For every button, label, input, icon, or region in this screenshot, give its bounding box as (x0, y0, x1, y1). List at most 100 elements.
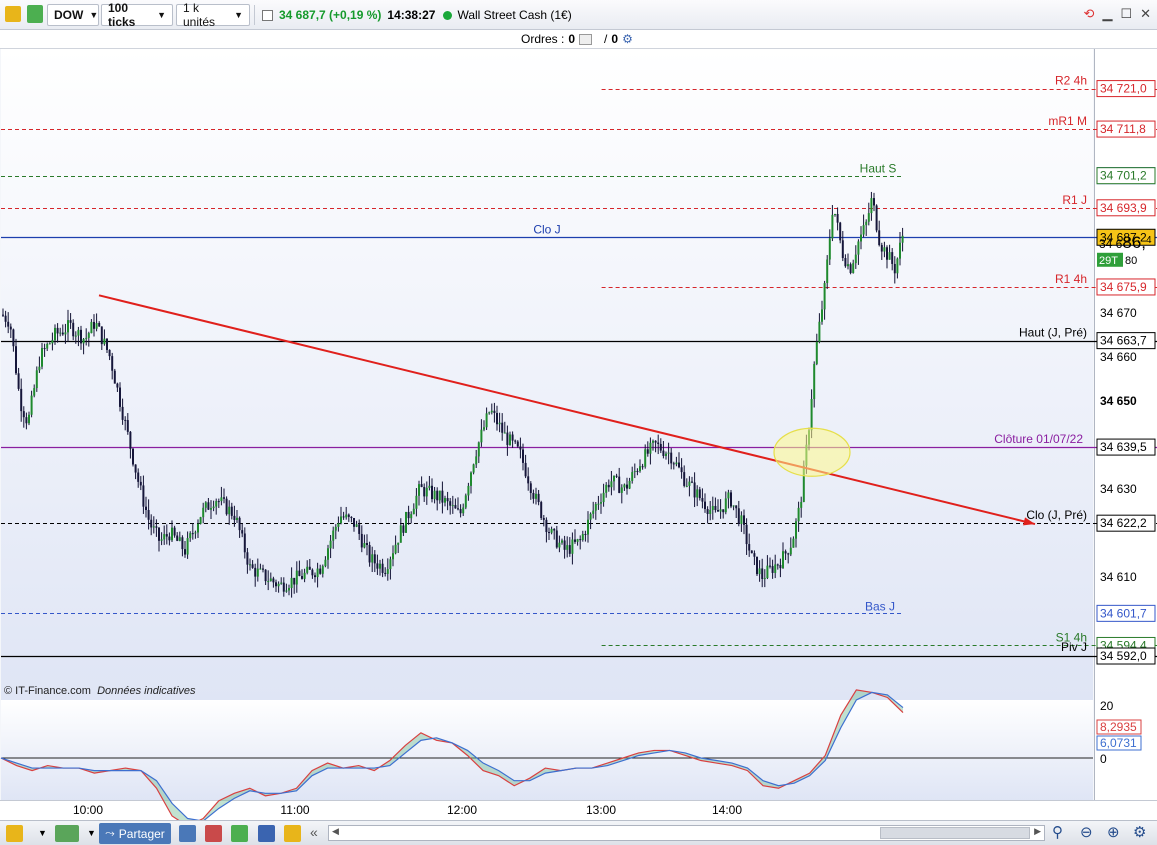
zoom-in-icon[interactable]: ⊕ (1107, 823, 1120, 841)
settings-icon[interactable]: ⚙ (1133, 823, 1146, 841)
instrument-select[interactable]: DOW ▼ (47, 4, 99, 26)
gear-icon[interactable]: ⚙ (622, 32, 633, 46)
price-chart[interactable]: R2 4h mR1 M Haut S R1 J Clo J R1 4h Haut (J, P… (0, 49, 1157, 820)
highlight-ellipse[interactable] (773, 427, 851, 477)
candle (72, 322, 75, 337)
chevron-down-icon: ▼ (89, 10, 99, 20)
scroll-right-icon[interactable]: ▶ (1034, 826, 1041, 837)
oscillator-line (0, 689, 904, 820)
indicator-icon[interactable] (55, 825, 79, 842)
chevron-down-icon[interactable]: ▼ (87, 828, 96, 838)
toolbar-divider (254, 5, 255, 25)
window-controls: ⟲ ▁ ☐ ✕ (1084, 6, 1151, 22)
candle (275, 582, 277, 587)
candle (431, 485, 433, 500)
close-icon[interactable]: ✕ (1140, 6, 1151, 22)
candle (823, 283, 826, 310)
orders-list-icon[interactable] (579, 33, 593, 45)
chart-menu-icon[interactable] (5, 6, 21, 22)
candle (379, 563, 381, 569)
list-icon[interactable] (205, 825, 222, 842)
candle (64, 332, 67, 335)
scroll-left-icon[interactable]: ◀ (332, 826, 339, 837)
alert-icon[interactable] (231, 825, 248, 842)
candle (769, 565, 771, 567)
candle (779, 565, 782, 569)
candle (295, 570, 298, 585)
top-toolbar: DOW ▼ 100 ticks ▼ 1 k unités ▼ 34 687,7 (+0… (0, 0, 1157, 30)
candle (727, 492, 730, 499)
candle (358, 524, 361, 534)
checkbox-icon[interactable] (262, 9, 273, 21)
candle (641, 466, 644, 468)
oscillator-axis-label: 20 (1100, 699, 1114, 713)
candle (511, 434, 514, 441)
scrollbar-thumb[interactable] (880, 827, 1030, 839)
price-tick-label: 34 660 (1100, 350, 1137, 364)
oscillator-axis-label: 0 (1100, 752, 1107, 766)
candle (280, 582, 283, 584)
bottom-toolbar: ▼ ▼ ⤳ Partager « ◀ ▶ ⚲ ⊖ ⊕ ⚙ (0, 820, 1157, 845)
candle (293, 577, 296, 585)
orders-slash: / (604, 32, 608, 46)
candle (241, 530, 244, 534)
drawing-tool-icon[interactable] (6, 825, 23, 842)
level-label: Piv J (1061, 640, 1087, 654)
candle (436, 490, 439, 501)
double-chevron-left-icon[interactable]: « (310, 824, 318, 840)
units-select[interactable]: 1 k unités ▼ (176, 1, 250, 29)
ticks-select[interactable]: 100 ticks ▼ (101, 1, 173, 29)
trendline[interactable] (98, 294, 1036, 526)
candle (675, 462, 678, 465)
price-box-label: 34 711,8 (1100, 122, 1146, 136)
minimize-icon[interactable]: ▁ (1102, 6, 1112, 22)
candle (259, 568, 262, 570)
time-tick-label: 12:00 (447, 803, 477, 817)
candle (883, 247, 886, 252)
candle (636, 470, 639, 472)
zoom-fit-icon[interactable]: ⚲ (1052, 823, 1063, 841)
candle (158, 527, 160, 541)
price-tick-label: 34 610 (1100, 570, 1137, 584)
favorite-icon[interactable] (27, 5, 43, 23)
candle (626, 484, 628, 489)
candle (652, 440, 654, 443)
candle (301, 576, 303, 579)
candle (121, 406, 124, 420)
candle (9, 326, 12, 330)
candle (415, 495, 418, 509)
orders-count: 0 (568, 32, 576, 46)
candle (319, 568, 322, 574)
candle (51, 340, 54, 344)
candle (717, 510, 719, 512)
zoom-out-icon[interactable]: ⊖ (1080, 823, 1093, 841)
candle (503, 432, 506, 434)
maximize-icon[interactable]: ☐ (1120, 6, 1132, 22)
level-label: R1 J (1062, 193, 1087, 207)
candle (743, 515, 745, 525)
candle (810, 399, 813, 431)
price-box-label: 34 721,0 (1100, 82, 1147, 96)
candle (758, 568, 761, 575)
candle (540, 502, 543, 519)
candle (98, 323, 101, 327)
share-label: Partager (118, 826, 165, 841)
candle (353, 517, 355, 527)
candle (46, 343, 49, 349)
window-icon[interactable] (258, 825, 275, 842)
candle (126, 420, 129, 432)
ticks-label: 100 ticks (108, 1, 136, 29)
clock-icon[interactable] (284, 825, 301, 842)
scrollbar[interactable]: ◀ ▶ (328, 825, 1045, 841)
comment-icon[interactable] (179, 825, 196, 842)
candle (433, 490, 436, 500)
candle (532, 492, 535, 499)
candle (581, 534, 584, 540)
refresh-icon[interactable]: ⟲ (1084, 6, 1095, 22)
candle (683, 472, 686, 486)
candle (691, 481, 693, 483)
candle (659, 443, 662, 451)
chevron-down-icon[interactable]: ▼ (38, 828, 47, 838)
share-button[interactable]: ⤳ Partager (99, 823, 171, 844)
candle (841, 240, 844, 259)
